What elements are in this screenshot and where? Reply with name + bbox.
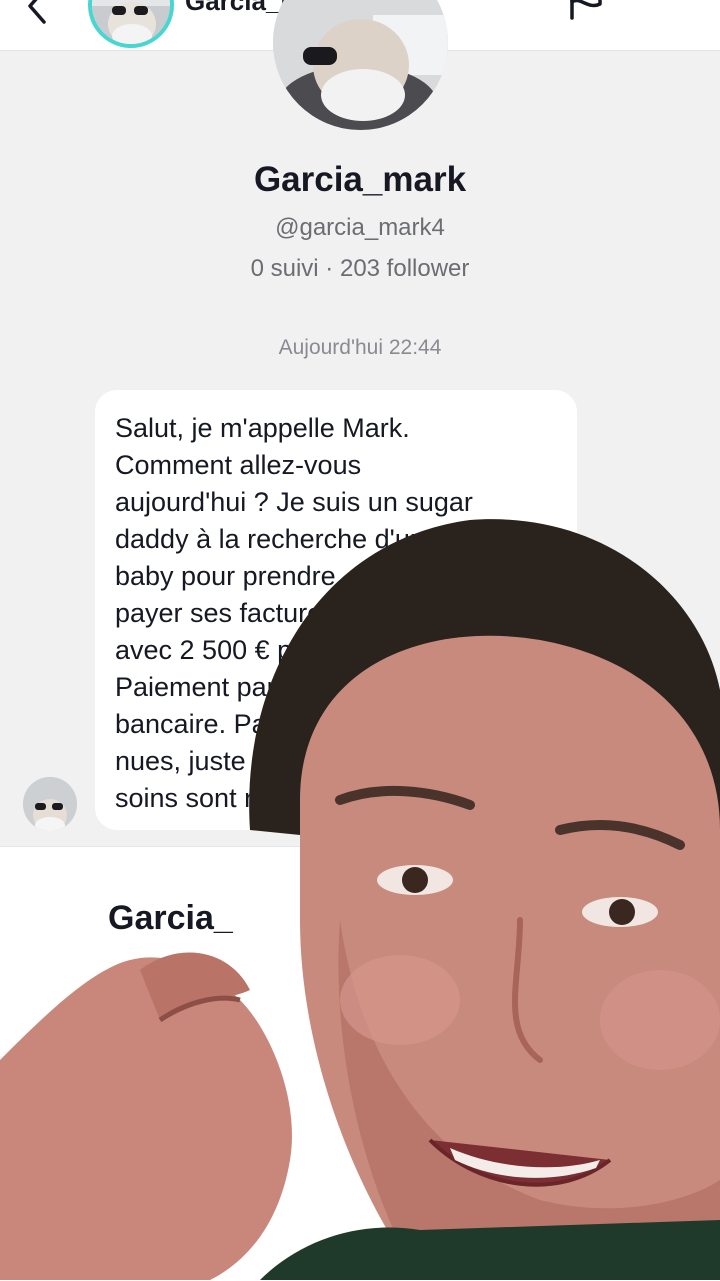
message-timestamp: Aujourd'hui 22:44: [278, 336, 442, 359]
preview-name: Garcia_: [108, 899, 233, 937]
chevron-left-icon: [28, 0, 46, 24]
profile-avatar[interactable]: [273, 0, 448, 130]
profile-stats: 0 suivi · 203 follower: [250, 255, 470, 282]
profile-handle: @garcia_mark4: [275, 214, 445, 241]
avatar-photo: [92, 0, 170, 44]
report-button[interactable]: [566, 0, 606, 22]
profile-photo: [273, 0, 448, 130]
header-avatar[interactable]: [88, 0, 174, 48]
preview-text-line: qu'un: [190, 1052, 253, 1082]
sender-photo: [23, 777, 77, 831]
more-horizontal-icon: [648, 0, 688, 10]
message-bubble[interactable]: Salut, je m'appelle Mark. Comment allez-…: [95, 390, 577, 830]
back-button[interactable]: [18, 0, 58, 26]
profile-name: Garcia_mark: [253, 160, 467, 199]
message-text: Salut, je m'appelle Mark. Comment allez-…: [115, 413, 515, 813]
preview-text-line: es de: [190, 1089, 254, 1119]
preview-text-line: C: [48, 1017, 67, 1047]
preview-subtitle: ma: [185, 951, 229, 984]
flag-icon: [570, 0, 602, 20]
profile-preview-card: Garcia_ ma C qu'un es de: [0, 846, 720, 1281]
more-button[interactable]: [648, 0, 688, 10]
sender-avatar[interactable]: [23, 777, 77, 831]
